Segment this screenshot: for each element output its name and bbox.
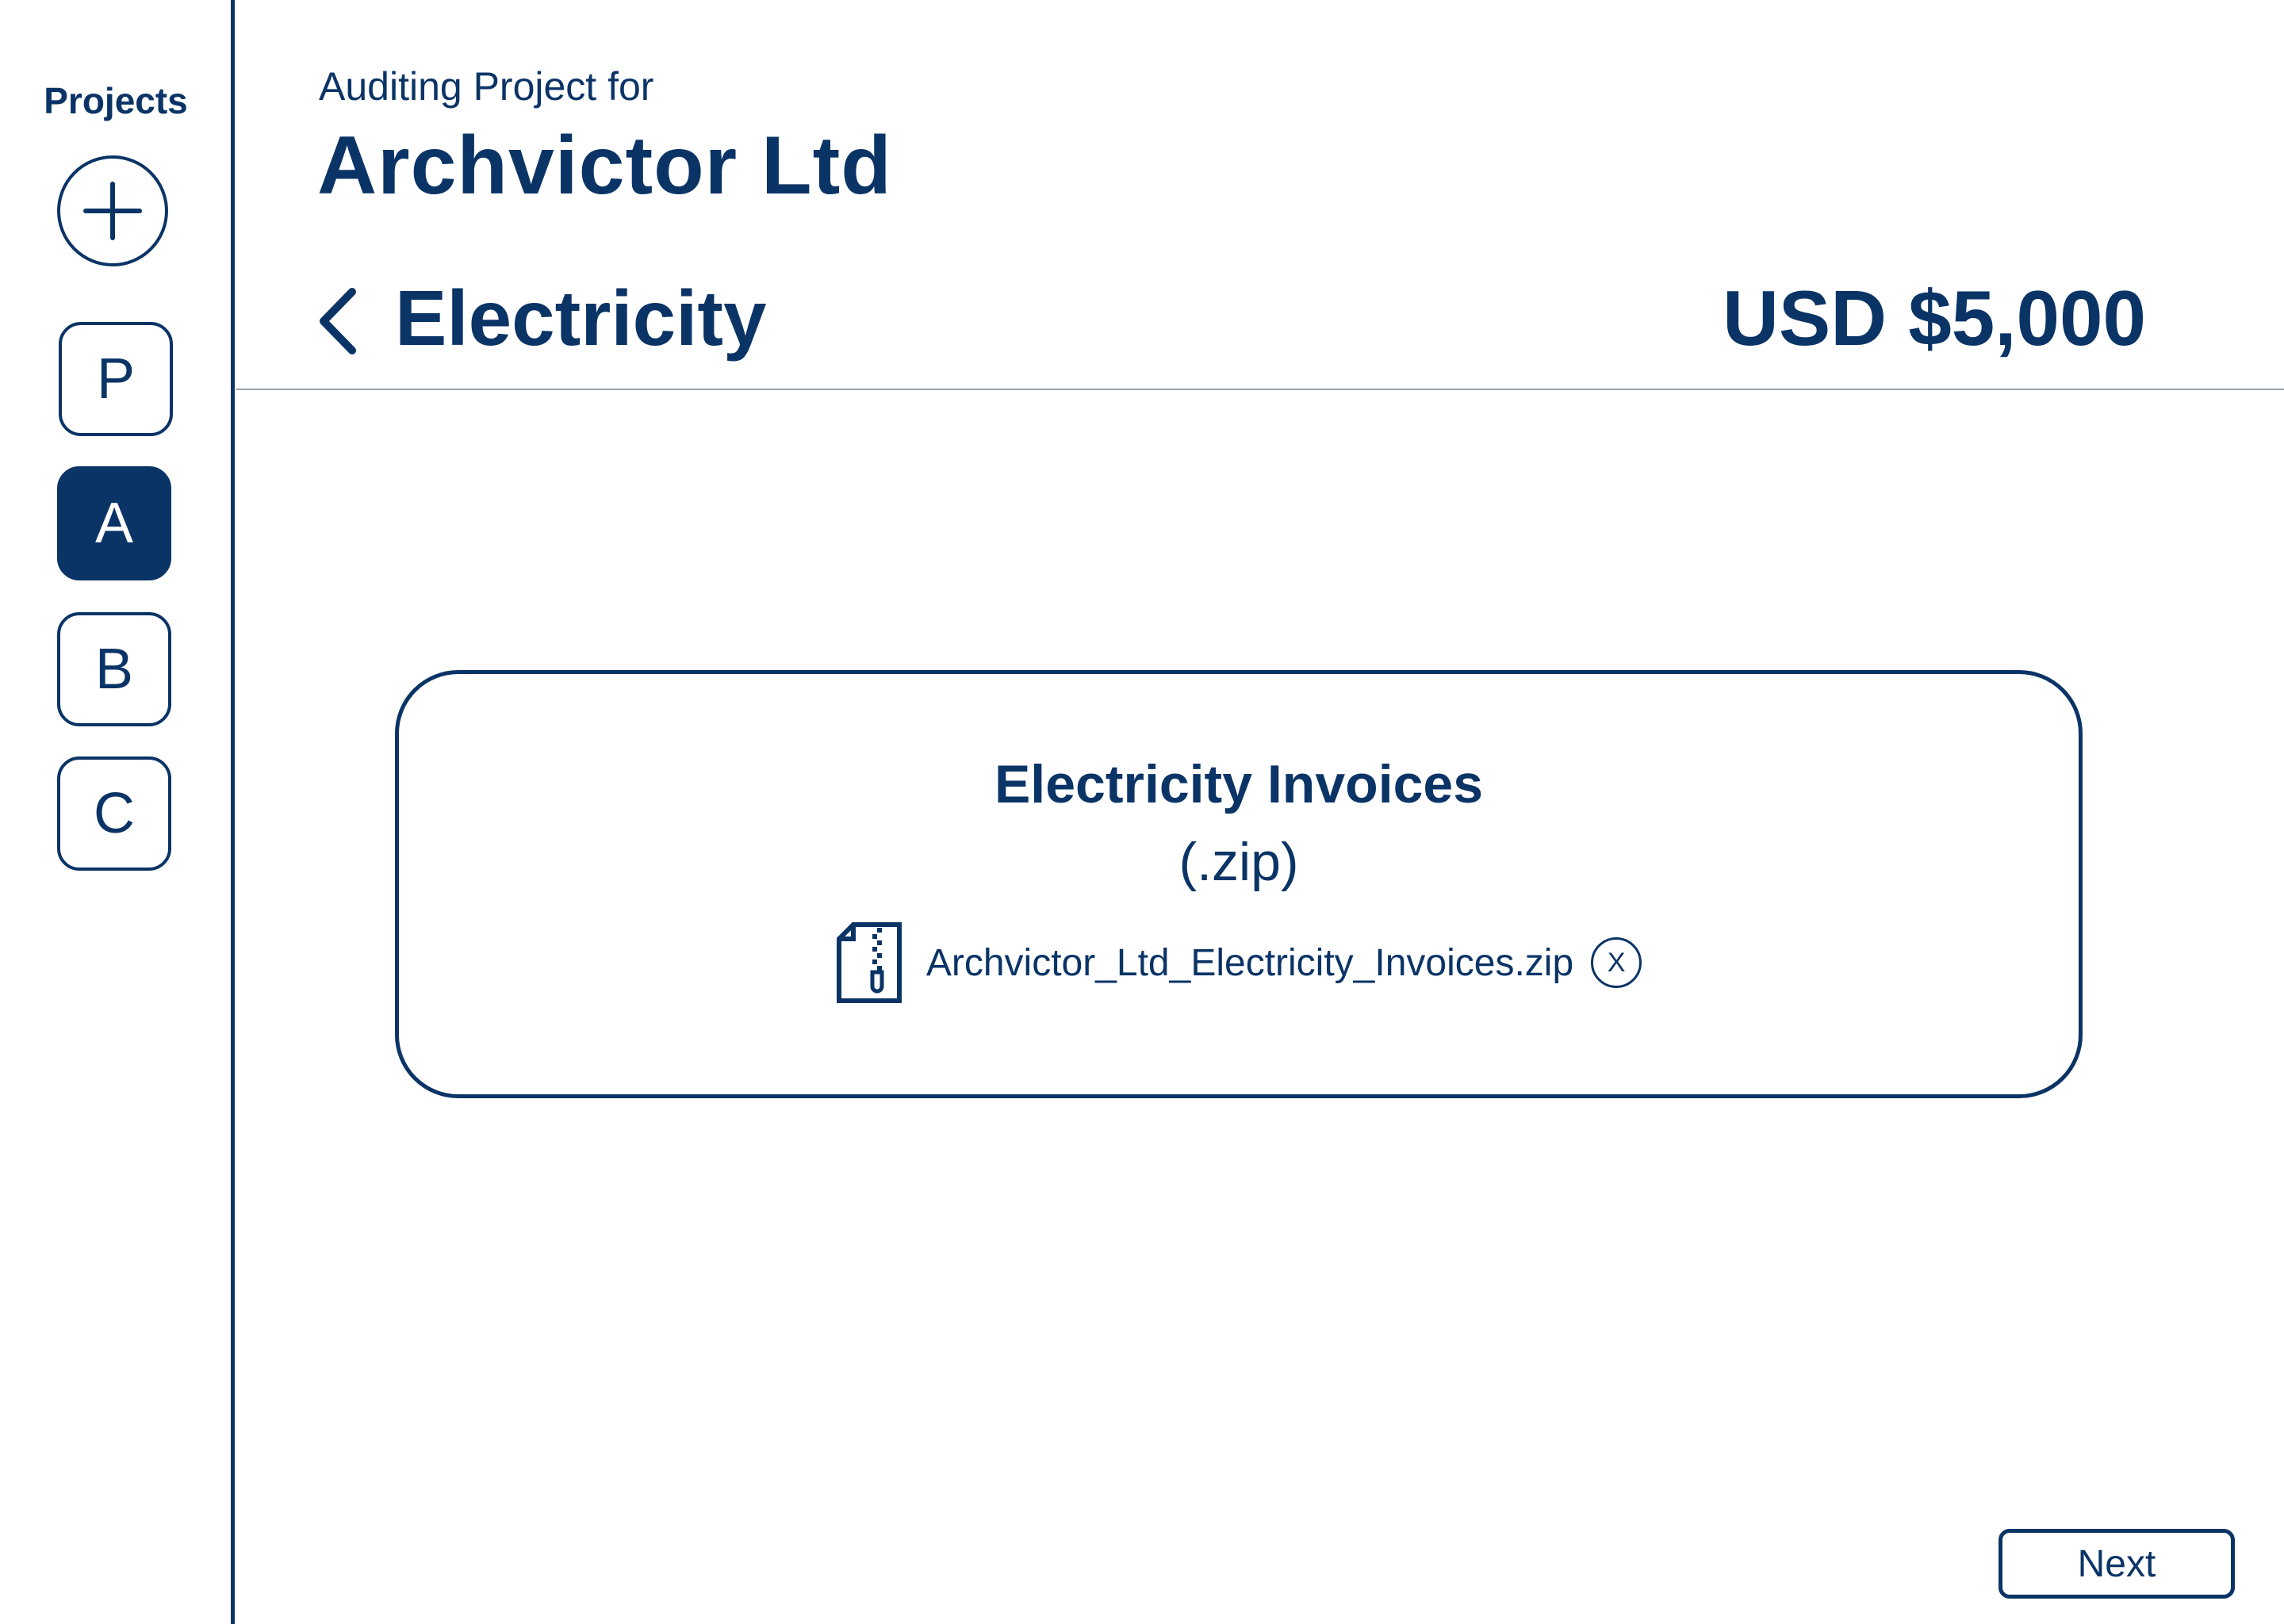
page-subtitle: Auditing Project for [319,64,654,109]
plus-icon [83,182,142,240]
project-p-button[interactable]: P [59,322,173,436]
file-name: Archvictor_Ltd_Electricity_Invoices.zip [925,941,1574,984]
upload-format: (.zip) [1178,832,1299,892]
project-c-button[interactable]: C [57,756,171,871]
uploaded-file-row: Archvictor_Ltd_Electricity_Invoices.zip … [399,921,2079,1004]
next-button[interactable]: Next [1998,1529,2235,1599]
chevron-left-icon [320,288,356,354]
project-a-button[interactable]: A [57,466,171,580]
back-button[interactable] [316,285,360,357]
remove-file-button[interactable]: X [1591,937,1642,988]
budget-amount: USD $5,000 [1723,274,2146,362]
sidebar-title: Projects [44,80,188,121]
add-project-button[interactable] [57,155,168,266]
header-divider [236,389,2284,390]
company-title: Archvictor Ltd [317,120,892,212]
zip-file-icon [836,922,902,1003]
upload-card[interactable]: Electricity Invoices (.zip) Archvictor_L… [395,670,2083,1098]
section-title: Electricity [395,274,767,362]
upload-title: Electricity Invoices [994,754,1484,814]
sidebar: Projects P A B C [0,0,235,1624]
app-page: Projects P A B C Auditing Project for Ar… [0,0,2284,1624]
project-b-button[interactable]: B [57,612,171,726]
